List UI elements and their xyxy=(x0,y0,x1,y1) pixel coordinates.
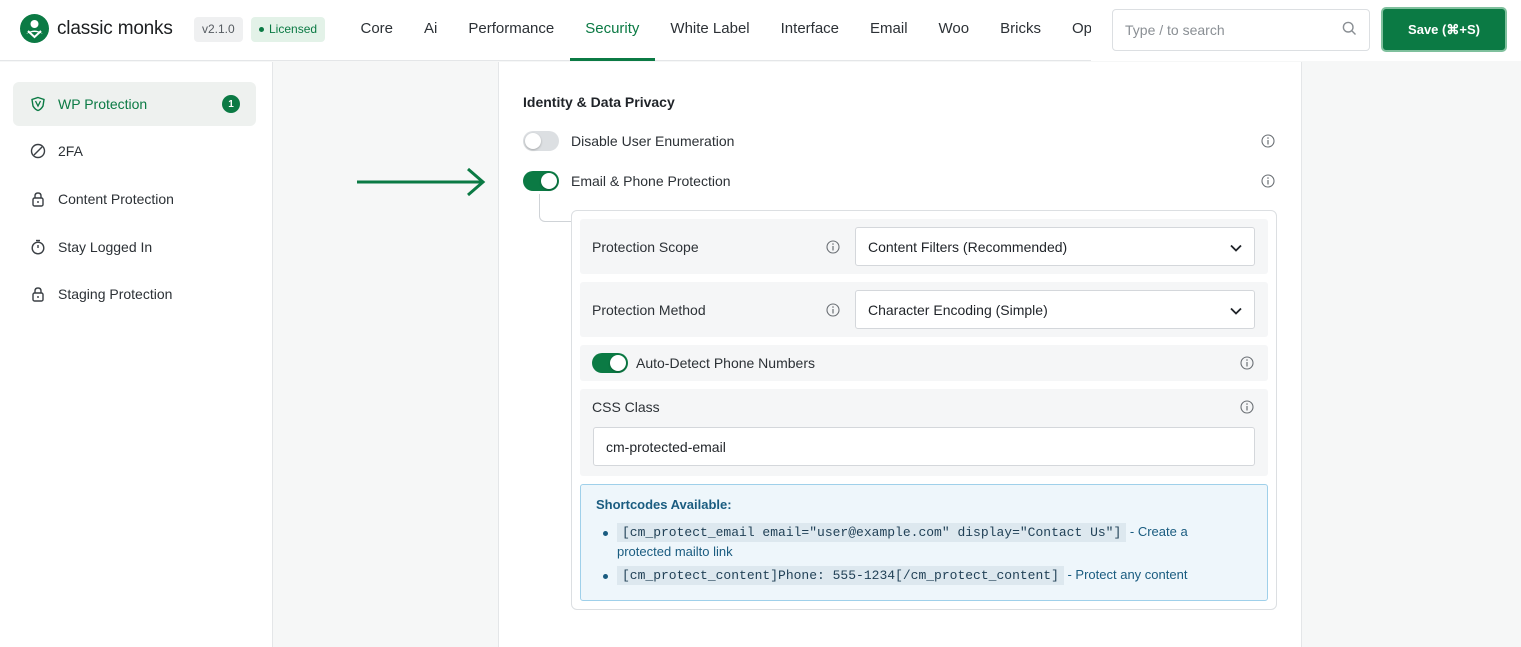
disable-user-enumeration-toggle[interactable] xyxy=(523,131,559,151)
chevron-down-icon xyxy=(1230,239,1242,255)
tab-optimize[interactable]: Opt xyxy=(1056,0,1091,61)
license-label: Licensed xyxy=(269,22,318,36)
tab-security[interactable]: Security xyxy=(569,0,655,61)
lock-icon xyxy=(29,286,46,303)
status-dot-icon xyxy=(259,27,264,32)
sidebar: WP Protection 1 2FA Content Protection S… xyxy=(0,62,273,647)
shortcode-item: [cm_protect_content]Phone: 555-1234[/cm_… xyxy=(617,565,1217,585)
monk-logo-icon xyxy=(20,14,49,43)
shortcodes-notice: Shortcodes Available: [cm_protect_email … xyxy=(580,484,1268,601)
protection-scope-row: Protection Scope Content Filters (Recomm… xyxy=(580,219,1268,274)
tab-white-label[interactable]: White Label xyxy=(655,0,765,61)
protection-scope-label: Protection Scope xyxy=(592,239,699,255)
section-title: Identity & Data Privacy xyxy=(523,94,675,110)
info-icon[interactable] xyxy=(1261,174,1275,188)
tab-core[interactable]: Core xyxy=(345,0,409,61)
save-button[interactable]: Save (⌘+S) xyxy=(1381,7,1507,52)
shortcode-description: - Protect any content xyxy=(1063,567,1188,582)
sidebar-item-label: WP Protection xyxy=(58,96,148,112)
protection-scope-select[interactable]: Content Filters (Recommended) xyxy=(855,227,1255,266)
version-badge: v2.1.0 xyxy=(194,17,243,42)
lock-icon xyxy=(29,191,46,208)
shortcode-item: [cm_protect_email email="user@example.co… xyxy=(617,522,1217,561)
auto-detect-row: Auto-Detect Phone Numbers xyxy=(580,345,1268,381)
tab-interface[interactable]: Interface xyxy=(765,0,854,61)
bullet-icon xyxy=(603,531,608,536)
search-box[interactable] xyxy=(1112,9,1370,51)
sidebar-item-label: 2FA xyxy=(58,143,83,159)
main-nav: Core Ai Performance Security White Label… xyxy=(345,0,1091,61)
email-phone-subsettings: Protection Scope Content Filters (Recomm… xyxy=(571,210,1277,610)
auto-detect-toggle[interactable] xyxy=(592,353,628,373)
shield-icon xyxy=(29,96,46,113)
tree-connector xyxy=(539,194,572,222)
info-icon[interactable] xyxy=(826,303,840,317)
tab-bricks[interactable]: Bricks xyxy=(985,0,1057,61)
toggle-knob xyxy=(525,133,541,149)
protection-method-label: Protection Method xyxy=(592,302,706,318)
license-badge: Licensed xyxy=(251,17,326,42)
info-icon[interactable] xyxy=(826,240,840,254)
brand-logo[interactable]: classic monks xyxy=(20,14,173,43)
protection-method-row: Protection Method Character Encoding (Si… xyxy=(580,282,1268,337)
settings-panel: Identity & Data Privacy Disable User Enu… xyxy=(498,62,1302,647)
tab-ai[interactable]: Ai xyxy=(409,0,453,61)
email-phone-protection-toggle[interactable] xyxy=(523,171,559,191)
shortcodes-title: Shortcodes Available: xyxy=(596,497,732,512)
tab-woo[interactable]: Woo xyxy=(923,0,985,61)
sidebar-item-wp-protection[interactable]: WP Protection 1 xyxy=(13,82,256,126)
info-icon[interactable] xyxy=(1240,400,1254,414)
auto-detect-label: Auto-Detect Phone Numbers xyxy=(636,355,815,371)
sidebar-item-label: Content Protection xyxy=(58,191,174,207)
sidebar-item-content-protection[interactable]: Content Protection xyxy=(13,177,256,221)
shortcode-code[interactable]: [cm_protect_content]Phone: 555-1234[/cm_… xyxy=(617,566,1064,585)
info-icon[interactable] xyxy=(1261,134,1275,148)
css-class-row: CSS Class xyxy=(580,389,1268,476)
css-class-label: CSS Class xyxy=(592,399,660,415)
tab-email[interactable]: Email xyxy=(855,0,924,61)
search-icon[interactable] xyxy=(1342,21,1357,39)
slash-circle-icon xyxy=(29,143,46,160)
css-class-input[interactable] xyxy=(593,427,1255,466)
stopwatch-icon xyxy=(29,239,46,256)
bullet-icon xyxy=(603,574,608,579)
brand-name: classic monks xyxy=(57,17,173,39)
toggle-knob xyxy=(541,173,557,189)
chevron-down-icon xyxy=(1230,302,1242,318)
tab-performance[interactable]: Performance xyxy=(453,0,570,61)
selected-value: Character Encoding (Simple) xyxy=(868,301,1048,318)
toggle-knob xyxy=(610,355,626,371)
protection-method-select[interactable]: Character Encoding (Simple) xyxy=(855,290,1255,329)
sidebar-item-label: Stay Logged In xyxy=(58,239,153,255)
sidebar-item-2fa[interactable]: 2FA xyxy=(13,129,256,173)
disable-user-enumeration-label: Disable User Enumeration xyxy=(571,133,735,149)
search-input[interactable] xyxy=(1125,22,1342,38)
sidebar-item-label: Staging Protection xyxy=(58,286,173,302)
sidebar-item-staging-protection[interactable]: Staging Protection xyxy=(13,272,256,316)
top-bar: classic monks v2.1.0 Licensed Core Ai Pe… xyxy=(0,0,1521,61)
annotation-arrow-icon xyxy=(357,166,487,201)
count-badge: 1 xyxy=(222,95,240,113)
email-phone-protection-label: Email & Phone Protection xyxy=(571,173,731,189)
selected-value: Content Filters (Recommended) xyxy=(868,238,1068,255)
sidebar-item-stay-logged-in[interactable]: Stay Logged In xyxy=(13,225,256,269)
shortcode-code[interactable]: [cm_protect_email email="user@example.co… xyxy=(617,523,1127,542)
info-icon[interactable] xyxy=(1240,356,1254,370)
